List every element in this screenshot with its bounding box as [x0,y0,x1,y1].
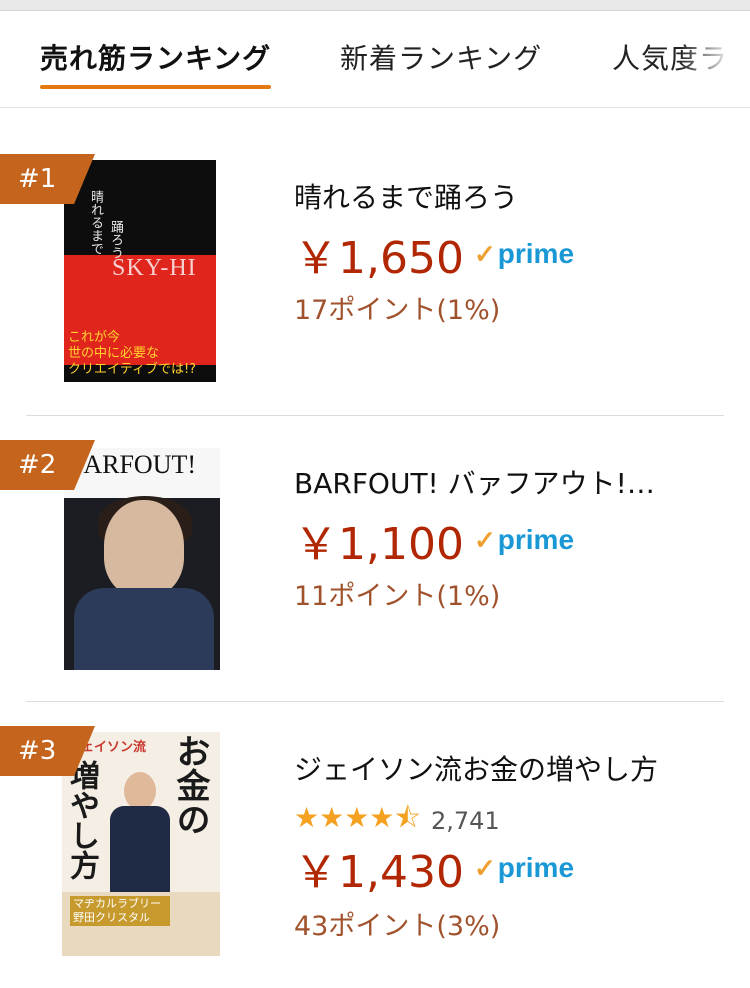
points-text: 43ポイント(3%) [294,911,501,942]
product-price: ￥1,430 [294,847,464,898]
review-count: 2,741 [430,807,500,835]
book-cover-image[interactable]: 晴れるまで 踊ろう SKY-HI これが今 世の中に必要な クリエイティブでは!… [64,160,216,382]
tab-popularity[interactable]: 人気度ランキング [612,37,750,77]
product-price: ￥1,650 [294,233,464,284]
cover-title-vertical: お金の [170,734,210,836]
cover-footer-line-2: 世の中に必要な [68,346,160,361]
prime-check-icon: ✓ [473,524,496,555]
product-item[interactable]: BARFOUT! #2 BARFOUT! バァフアウト!… ￥1,100 ✓ pr… [0,416,750,702]
cover-face [104,500,184,596]
price-row: ￥1,430 ✓ prime [294,836,574,900]
cover-endorsement-tag: マヂカルラブリー 野田クリスタル [70,896,170,926]
cover-footer-line-1: これが今 [68,330,121,345]
prime-check-icon: ✓ [473,238,496,269]
cover-vertical-title: 晴れるまで [88,190,103,255]
product-title[interactable]: ジェイソン流お金の増やし方 [294,748,684,788]
points-text: 17ポイント(1%) [294,295,501,326]
cover-author-body [110,806,170,896]
cover-vertical-subtitle: 踊ろう [108,220,123,259]
product-title[interactable]: 晴れるまで踊ろう [294,176,684,216]
product-item[interactable]: 晴れるまで 踊ろう SKY-HI これが今 世の中に必要な クリエイティブでは!… [0,130,750,416]
cover-footer-text: これが今 世の中に必要な クリエイティブでは!? [64,330,196,378]
product-item[interactable]: ジェイソン流 お金の 増やし方 マヂカルラブリー 野田クリスタル #3 ジェイソ… [0,702,750,988]
cover-author-text: SKY-HI [112,255,197,281]
tab-bestsellers[interactable]: 売れ筋ランキング [40,37,272,89]
product-title[interactable]: BARFOUT! バァフアウト!… [294,462,684,502]
points-text: 11ポイント(1%) [294,581,501,612]
prime-badge: ✓ prime [474,524,574,556]
prime-check-icon: ✓ [473,852,496,883]
ranking-tabs: 売れ筋ランキング 新着ランキング 人気度ランキング [0,11,750,108]
tab-new-releases[interactable]: 新着ランキング [340,37,542,77]
browser-top-bar [0,0,750,11]
prime-label: prime [497,852,575,883]
prime-label: prime [497,524,575,555]
prime-badge: ✓ prime [474,852,574,884]
price-row: ￥1,100 ✓ prime [294,508,574,572]
prime-badge: ✓ prime [474,238,574,270]
cover-author-head [124,772,156,810]
book-cover-image[interactable]: BARFOUT! [64,448,220,670]
prime-label: prime [497,238,575,269]
product-price: ￥1,100 [294,519,464,570]
cover-title-left: 増やし方 [64,760,99,880]
cover-footer-line-3: クリエイティブでは!? [68,362,197,377]
book-cover-image[interactable]: ジェイソン流 お金の 増やし方 マヂカルラブリー 野田クリスタル [62,732,220,956]
cover-author-photo [110,772,170,896]
cover-suit [74,588,214,670]
price-row: ￥1,650 ✓ prime [294,222,574,286]
